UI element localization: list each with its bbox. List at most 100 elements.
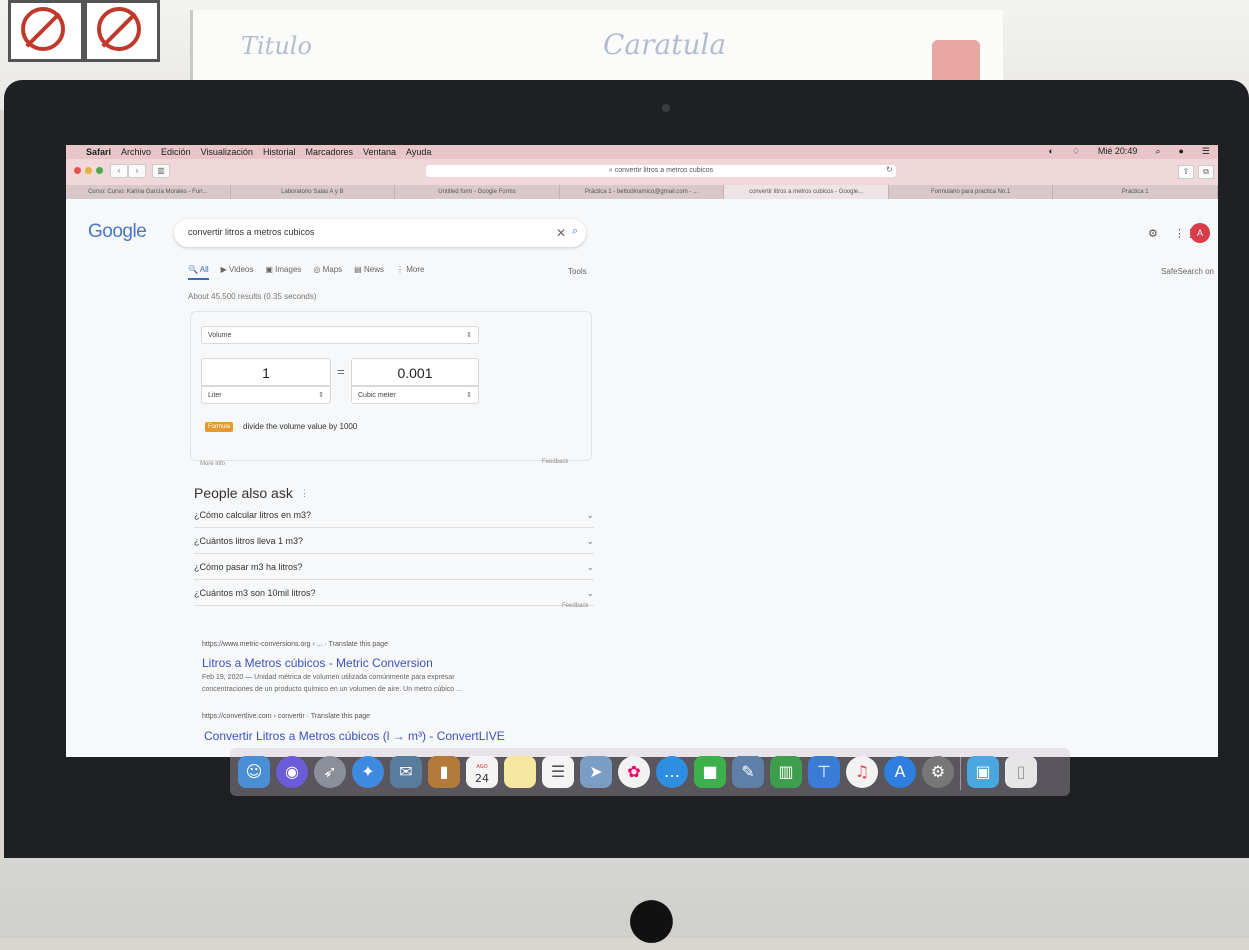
more-vertical-icon[interactable]: ⋮	[300, 488, 309, 499]
tab-all[interactable]: 🔍 All	[188, 265, 209, 280]
tab-google-search[interactable]: convertir litros a metros cubicos - Goog…	[724, 185, 889, 199]
to-value-input[interactable]: 0.001	[351, 358, 479, 386]
spotlight-icon[interactable]: ⌕	[1155, 146, 1160, 157]
safari-icon[interactable]: ✦	[352, 756, 384, 788]
tab-images[interactable]: ▣ Images	[265, 265, 301, 280]
numbers-icon[interactable]: ▥	[770, 756, 802, 788]
mail-photo-icon[interactable]: ✉	[390, 756, 422, 788]
result-snippet: concentraciones de un producto químico e…	[202, 686, 462, 693]
result-url[interactable]: https://convertlive.com › convertir · Tr…	[202, 713, 370, 720]
menu-item-marcadores[interactable]: Marcadores	[305, 147, 353, 157]
share-icon[interactable]: ⇪	[1178, 165, 1194, 179]
system-preferences-icon[interactable]: ⚙	[922, 756, 954, 788]
clock[interactable]: Mié 20:49	[1098, 146, 1138, 157]
tab-bar: Curso: Curso: Karina García Morales - Fu…	[66, 185, 1218, 199]
app-store-icon[interactable]: A	[884, 756, 916, 788]
safesearch-status[interactable]: SafeSearch on	[1161, 267, 1214, 276]
launchpad-icon[interactable]: ➶	[314, 756, 346, 788]
status-icon[interactable]: ◐	[1048, 146, 1053, 157]
wifi-icon[interactable]: ♢	[1072, 146, 1080, 157]
menu-item-ayuda[interactable]: Ayuda	[406, 147, 431, 157]
more-vertical-icon: ⋮	[395, 265, 404, 274]
finder-icon[interactable]: ☺	[238, 756, 270, 788]
siri-icon[interactable]: ●	[1178, 146, 1183, 157]
more-info-link[interactable]: More info	[200, 461, 225, 467]
settings-gear-icon[interactable]: ⚙	[1148, 227, 1158, 240]
sidebar-icon[interactable]: ▥	[152, 164, 170, 178]
wall-sign	[84, 0, 160, 62]
tab-laboratorio[interactable]: Laboratorio Salas A y B	[231, 185, 396, 199]
tab-practica-gmail[interactable]: Práctica 1 - bettodinamico@gmail.com - .…	[560, 185, 725, 199]
result-title[interactable]: Convertir Litros a Metros cúbicos (l → m…	[204, 729, 505, 743]
facetime-icon[interactable]: ■	[694, 756, 726, 788]
photos-icon[interactable]: ✿	[618, 756, 650, 788]
tabs-overview-icon[interactable]: ⧉	[1198, 165, 1214, 179]
video-icon: ▶	[220, 265, 227, 274]
tab-maps[interactable]: ◎ Maps	[313, 265, 342, 280]
menu-app-name[interactable]: Safari	[86, 147, 111, 157]
menu-item-ventana[interactable]: Ventana	[363, 147, 396, 157]
address-bar[interactable]: ⌕ convertir litros a metros cubicos	[426, 165, 896, 177]
select-arrow-icon: ⇕	[466, 392, 472, 399]
clear-search-icon[interactable]: ✕	[556, 226, 566, 240]
select-arrow-icon: ⇕	[466, 332, 472, 339]
reminders-icon[interactable]: ☰	[542, 756, 574, 788]
formula-badge: Formula	[205, 422, 234, 432]
keynote-icon[interactable]: ⊤	[808, 756, 840, 788]
people-also-ask-heading: People also ask	[194, 485, 293, 501]
to-unit-select[interactable]: Cubic meter ⇕	[351, 386, 479, 404]
imac-chin	[0, 858, 1249, 938]
forward-button[interactable]: ›	[128, 164, 146, 178]
paa-question[interactable]: ¿Cuántos litros lleva 1 m3? ⌄	[194, 529, 594, 554]
from-unit-select[interactable]: Liter ⇕	[201, 386, 331, 404]
calendar-icon[interactable]: AGO 24	[466, 756, 498, 788]
search-icon: 🔍	[188, 265, 198, 274]
tab-practica-1[interactable]: Práctica 1	[1053, 185, 1218, 199]
siri-icon[interactable]: ◉	[276, 756, 308, 788]
tools-button[interactable]: Tools	[568, 267, 587, 276]
tab-more[interactable]: ⋮ More	[396, 265, 424, 280]
tab-news[interactable]: ▤ News	[354, 265, 384, 280]
zoom-window-button[interactable]	[96, 167, 103, 174]
category-select[interactable]: Volume ⇕	[201, 326, 479, 344]
contacts-icon[interactable]: ▮	[428, 756, 460, 788]
feedback-link[interactable]: Feedback	[542, 459, 568, 465]
whiteboard-text: Caratula	[603, 28, 727, 61]
music-icon[interactable]: ♫	[846, 756, 878, 788]
menu-item-archivo[interactable]: Archivo	[121, 147, 151, 157]
from-value-input[interactable]: 1	[201, 358, 331, 386]
menu-item-edicion[interactable]: Edición	[161, 147, 191, 157]
result-url[interactable]: https://www.metric-conversions.org › ...…	[202, 641, 388, 648]
search-icon[interactable]: ⌕	[572, 225, 578, 238]
menu-item-historial[interactable]: Historial	[263, 147, 296, 157]
downloads-folder-icon[interactable]: ▣	[967, 756, 999, 788]
google-logo[interactable]: Google	[88, 221, 147, 243]
avatar[interactable]: A	[1190, 223, 1210, 243]
news-icon: ▤	[354, 265, 362, 274]
search-input[interactable]: convertir litros a metros cubicos ✕ ⌕	[174, 219, 586, 247]
tab-curso[interactable]: Curso: Curso: Karina García Morales - Fu…	[66, 185, 231, 199]
result-snippet: Feb 19, 2020 — Unidad métrica de volumen…	[202, 674, 455, 681]
chevron-down-icon: ⌄	[586, 536, 594, 546]
tab-untitled-form[interactable]: Untitled form - Google Forms	[395, 185, 560, 199]
maps-icon[interactable]: ➤	[580, 756, 612, 788]
notification-center-icon[interactable]: ☰	[1202, 146, 1210, 157]
feedback-link[interactable]: Feedback	[562, 603, 588, 609]
address-text: convertir litros a metros cubicos	[614, 167, 714, 174]
back-button[interactable]: ‹	[110, 164, 128, 178]
dock-separator	[960, 754, 961, 790]
pages-icon[interactable]: ✎	[732, 756, 764, 788]
minimize-window-button[interactable]	[85, 167, 92, 174]
reload-icon[interactable]: ↻	[886, 165, 893, 174]
tab-formulario[interactable]: Formulario para practica No.1	[889, 185, 1054, 199]
paa-question[interactable]: ¿Cuántos m3 son 10mil litros? ⌄	[194, 581, 594, 606]
trash-icon[interactable]: ▯	[1005, 756, 1037, 788]
menu-item-visualizacion[interactable]: Visualización	[201, 147, 253, 157]
result-title[interactable]: Litros a Metros cúbicos - Metric Convers…	[202, 656, 433, 670]
tab-videos[interactable]: ▶ Videos	[221, 265, 254, 280]
messages-icon[interactable]: …	[656, 756, 688, 788]
paa-question[interactable]: ¿Cómo calcular litros en m3? ⌄	[194, 503, 594, 528]
paa-question[interactable]: ¿Cómo pasar m3 ha litros? ⌄	[194, 555, 594, 580]
close-window-button[interactable]	[74, 167, 81, 174]
notes-icon[interactable]	[504, 756, 536, 788]
